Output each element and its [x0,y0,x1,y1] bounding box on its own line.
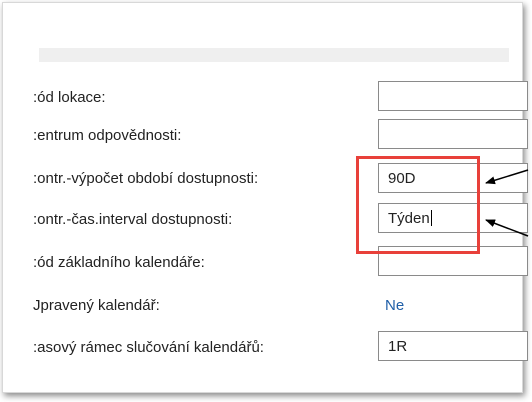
annotation-arrows [485,169,529,237]
arrow-to-time-interval [485,219,529,237]
arrow-to-period-calc [485,169,529,185]
